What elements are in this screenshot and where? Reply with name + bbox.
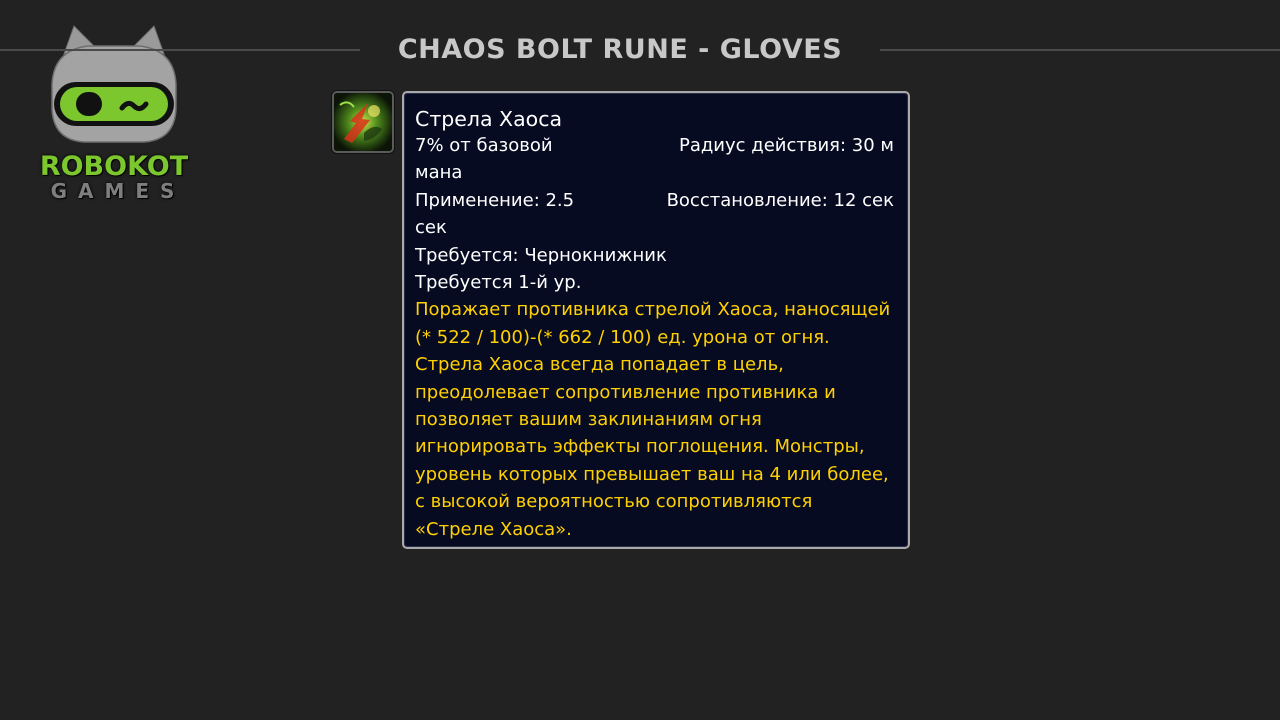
spell-tooltip: Стрела Хаоса 7% от базовой мана Радиус д… xyxy=(402,91,910,549)
cooldown: Восстановление: 12 сек xyxy=(666,189,894,211)
cast-cooldown-row: Применение: 2.5 сек Восстановление: 12 с… xyxy=(415,187,894,242)
cast-time: Применение: 2.5 сек xyxy=(415,189,575,239)
chaos-bolt-icon-graphic xyxy=(334,93,392,151)
logo-word-robokot: ROBOKOT xyxy=(39,151,189,182)
robokot-games-logo: ROBOKOT GAMES xyxy=(28,24,200,204)
page: ROBOKOT GAMES CHAOS BOLT RUNE - GLOVES С… xyxy=(0,0,1280,720)
cost-range-row: 7% от базовой мана Радиус действия: 30 м xyxy=(415,132,894,187)
spell-name: Стрела Хаоса xyxy=(415,107,563,131)
header-divider-left xyxy=(0,49,360,51)
logo-word-games: GAMES xyxy=(50,179,186,203)
header-divider-right xyxy=(880,49,1280,51)
robot-cat-head-icon xyxy=(51,25,177,143)
required-level: Требуется 1-й ур. xyxy=(415,272,582,294)
page-title: CHAOS BOLT RUNE - GLOVES xyxy=(397,34,843,65)
spell-description: Поражает противника стрелой Хаоса, нанос… xyxy=(415,299,891,540)
required-class: Требуется: Чернокнижник xyxy=(415,244,667,266)
chaos-bolt-icon[interactable] xyxy=(332,91,394,153)
spell-range: Радиус действия: 30 м xyxy=(678,135,894,156)
mana-cost: 7% от базовой мана xyxy=(415,135,553,184)
